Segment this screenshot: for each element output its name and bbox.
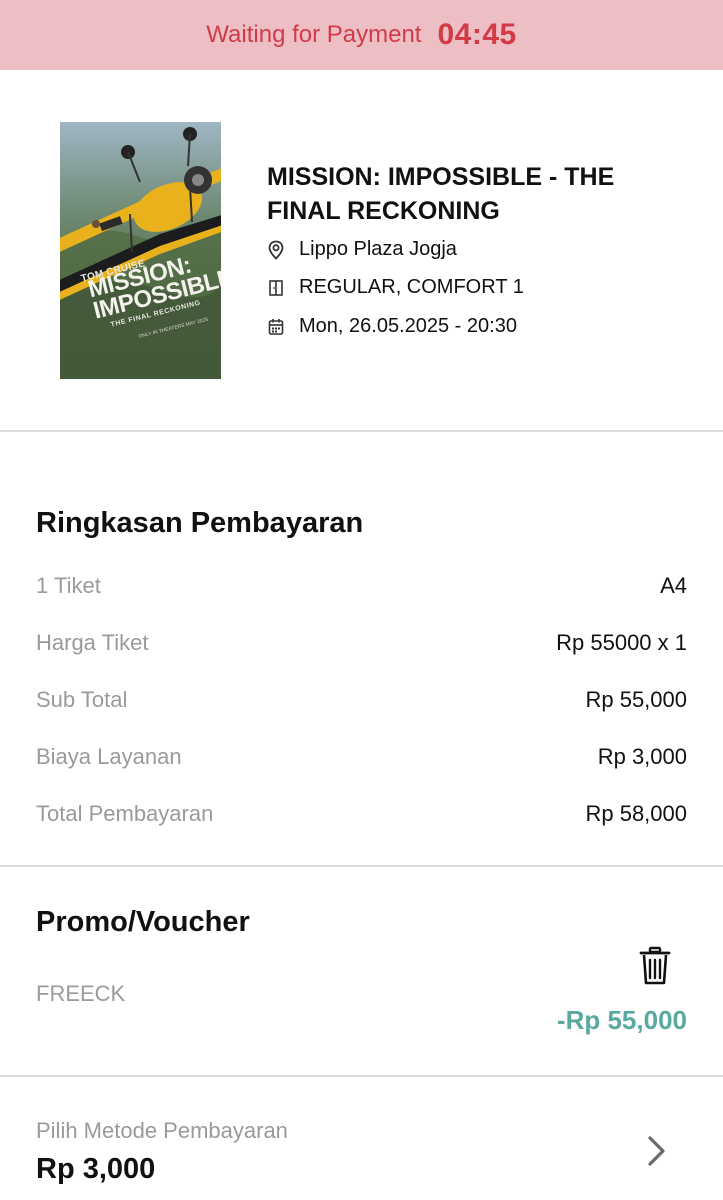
countdown-timer: 04:45 (437, 18, 517, 51)
calendar-icon (267, 317, 285, 337)
summary-value: Rp 58,000 (585, 801, 687, 826)
summary-label: Biaya Layanan (36, 744, 182, 769)
summary-value: Rp 55,000 (585, 687, 687, 712)
summary-value: Rp 3,000 (597, 744, 687, 769)
payment-timer-banner: Waiting for Payment 04:45 (0, 0, 723, 70)
summary-label: Total Pembayaran (36, 801, 214, 826)
door-icon (267, 278, 285, 298)
chevron-right-icon[interactable] (644, 1134, 668, 1168)
summary-label: 1 Tiket (36, 573, 101, 598)
promo-discount-amount: -Rp 55,000 (556, 1005, 687, 1035)
payment-method-label: Pilih Metode Pembayaran (36, 1118, 288, 1143)
summary-value: Rp 55000 x 1 (556, 630, 687, 655)
payment-summary-title: Ringkasan Pembayaran (36, 507, 364, 539)
summary-value: A4 (660, 573, 687, 598)
summary-row-service-fee: Biaya Layanan Rp 3,000 (36, 744, 687, 770)
summary-row-total: Total Pembayaran Rp 58,000 (36, 801, 687, 827)
waiting-payment-label: Waiting for Payment (206, 21, 422, 48)
summary-label: Sub Total (36, 687, 128, 712)
movie-poster: TOM CRUISE MISSION: IMPOSSIBLE THE FINAL… (60, 122, 221, 379)
summary-row-ticket-price: Harga Tiket Rp 55000 x 1 (36, 630, 687, 656)
movie-info-card: TOM CRUISE MISSION: IMPOSSIBLE THE FINAL… (0, 70, 723, 430)
trash-icon[interactable] (639, 946, 671, 986)
cinema-location: Lippo Plaza Jogja (299, 238, 457, 260)
promo-voucher-title: Promo/Voucher (36, 906, 250, 938)
divider (0, 865, 723, 867)
summary-row-subtotal: Sub Total Rp 55,000 (36, 687, 687, 713)
promo-code: FREECK (36, 981, 126, 1006)
payment-amount: Rp 3,000 (36, 1153, 156, 1185)
showtime: Mon, 26.05.2025 - 20:30 (299, 315, 517, 337)
studio-row: REGULAR, COMFORT 1 (267, 276, 524, 299)
divider (0, 1075, 723, 1077)
poster-title-art: TOM CRUISE MISSION: IMPOSSIBLE THE FINAL… (60, 122, 221, 379)
poster-release-text: ONLY IN THEATERS MAY 2025 (138, 316, 209, 340)
divider (0, 430, 723, 432)
datetime-row: Mon, 26.05.2025 - 20:30 (267, 315, 517, 338)
summary-label: Harga Tiket (36, 630, 149, 655)
summary-row-tickets: 1 Tiket A4 (36, 573, 687, 599)
location-pin-icon (267, 240, 285, 260)
movie-title: MISSION: IMPOSSIBLE - THE FINAL RECKONIN… (267, 163, 615, 225)
studio-type: REGULAR, COMFORT 1 (299, 276, 524, 298)
location-row: Lippo Plaza Jogja (267, 238, 457, 261)
